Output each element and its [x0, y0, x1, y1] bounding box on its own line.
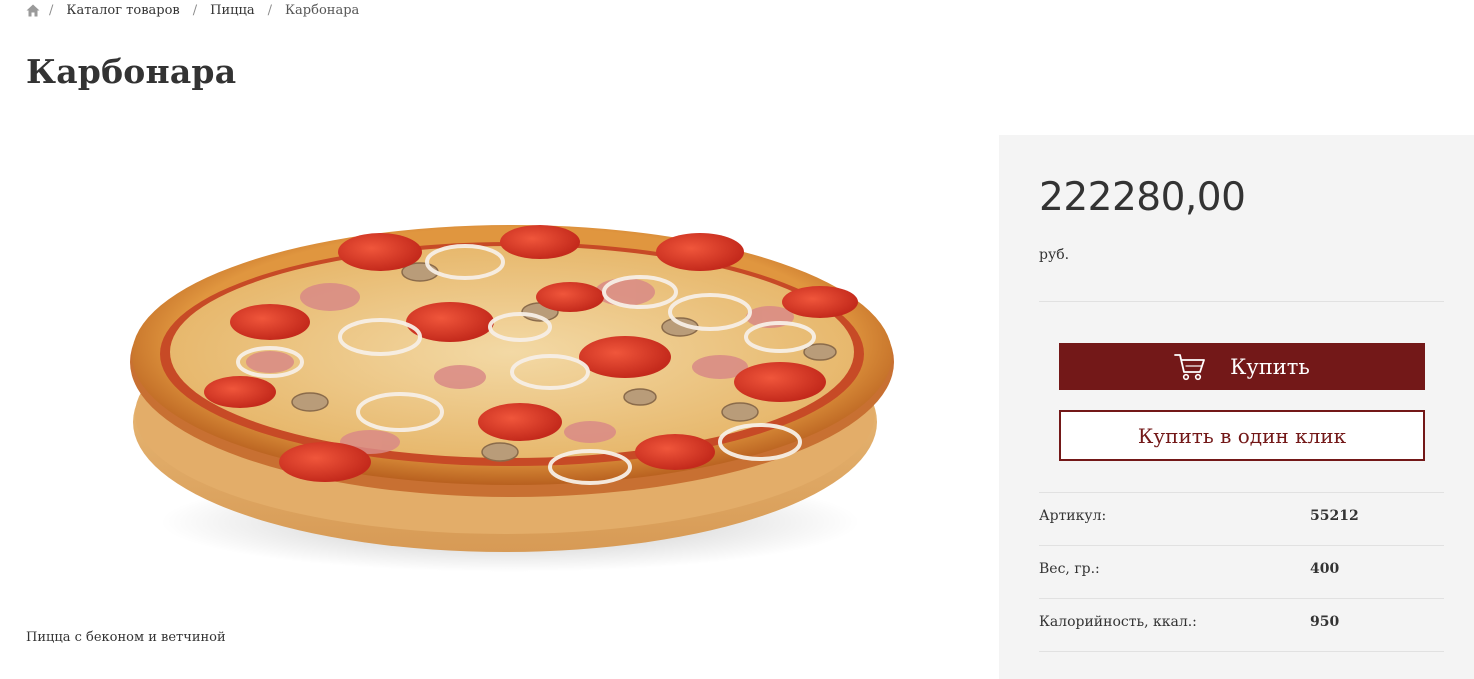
price-currency: руб. — [1039, 247, 1070, 263]
breadcrumb-separator: / — [267, 2, 272, 18]
breadcrumb-item-catalog[interactable]: Каталог товаров — [66, 3, 179, 18]
property-value: 950 — [1310, 614, 1340, 630]
property-value: 400 — [1310, 561, 1340, 577]
property-row: Вес, гр.: 400 — [1039, 545, 1444, 598]
one-click-buy-button[interactable]: Купить в один клик — [1059, 410, 1425, 461]
property-row: Калорийность, ккал.: 950 — [1039, 598, 1444, 652]
buy-button-label: Купить — [1230, 354, 1310, 379]
page-title: Карбонара — [26, 52, 237, 91]
product-image[interactable] — [120, 122, 910, 582]
breadcrumb-item-pizza[interactable]: Пицца — [210, 3, 254, 18]
breadcrumb-item-current: Карбонара — [285, 2, 360, 18]
property-label: Артикул: — [1039, 508, 1107, 524]
breadcrumb: / Каталог товаров / Пицца / Карбонара — [26, 2, 372, 18]
property-label: Вес, гр.: — [1039, 561, 1100, 577]
buy-panel: 222280,00 руб. Купить Купить в один клик… — [999, 135, 1474, 679]
product-properties: Артикул: 55212 Вес, гр.: 400 Калорийност… — [1039, 492, 1444, 652]
pizza-image — [130, 225, 894, 572]
product-price: 222280,00 — [1039, 175, 1246, 220]
cart-icon — [1174, 352, 1206, 382]
home-icon[interactable] — [26, 4, 40, 17]
product-description: Пицца с беконом и ветчиной — [26, 630, 226, 645]
property-row: Артикул: 55212 — [1039, 492, 1444, 545]
buy-button[interactable]: Купить — [1059, 343, 1425, 390]
breadcrumb-separator: / — [192, 2, 198, 18]
divider — [1039, 301, 1444, 302]
property-value: 55212 — [1310, 508, 1359, 524]
breadcrumb-separator: / — [49, 2, 54, 18]
property-label: Калорийность, ккал.: — [1039, 614, 1197, 630]
